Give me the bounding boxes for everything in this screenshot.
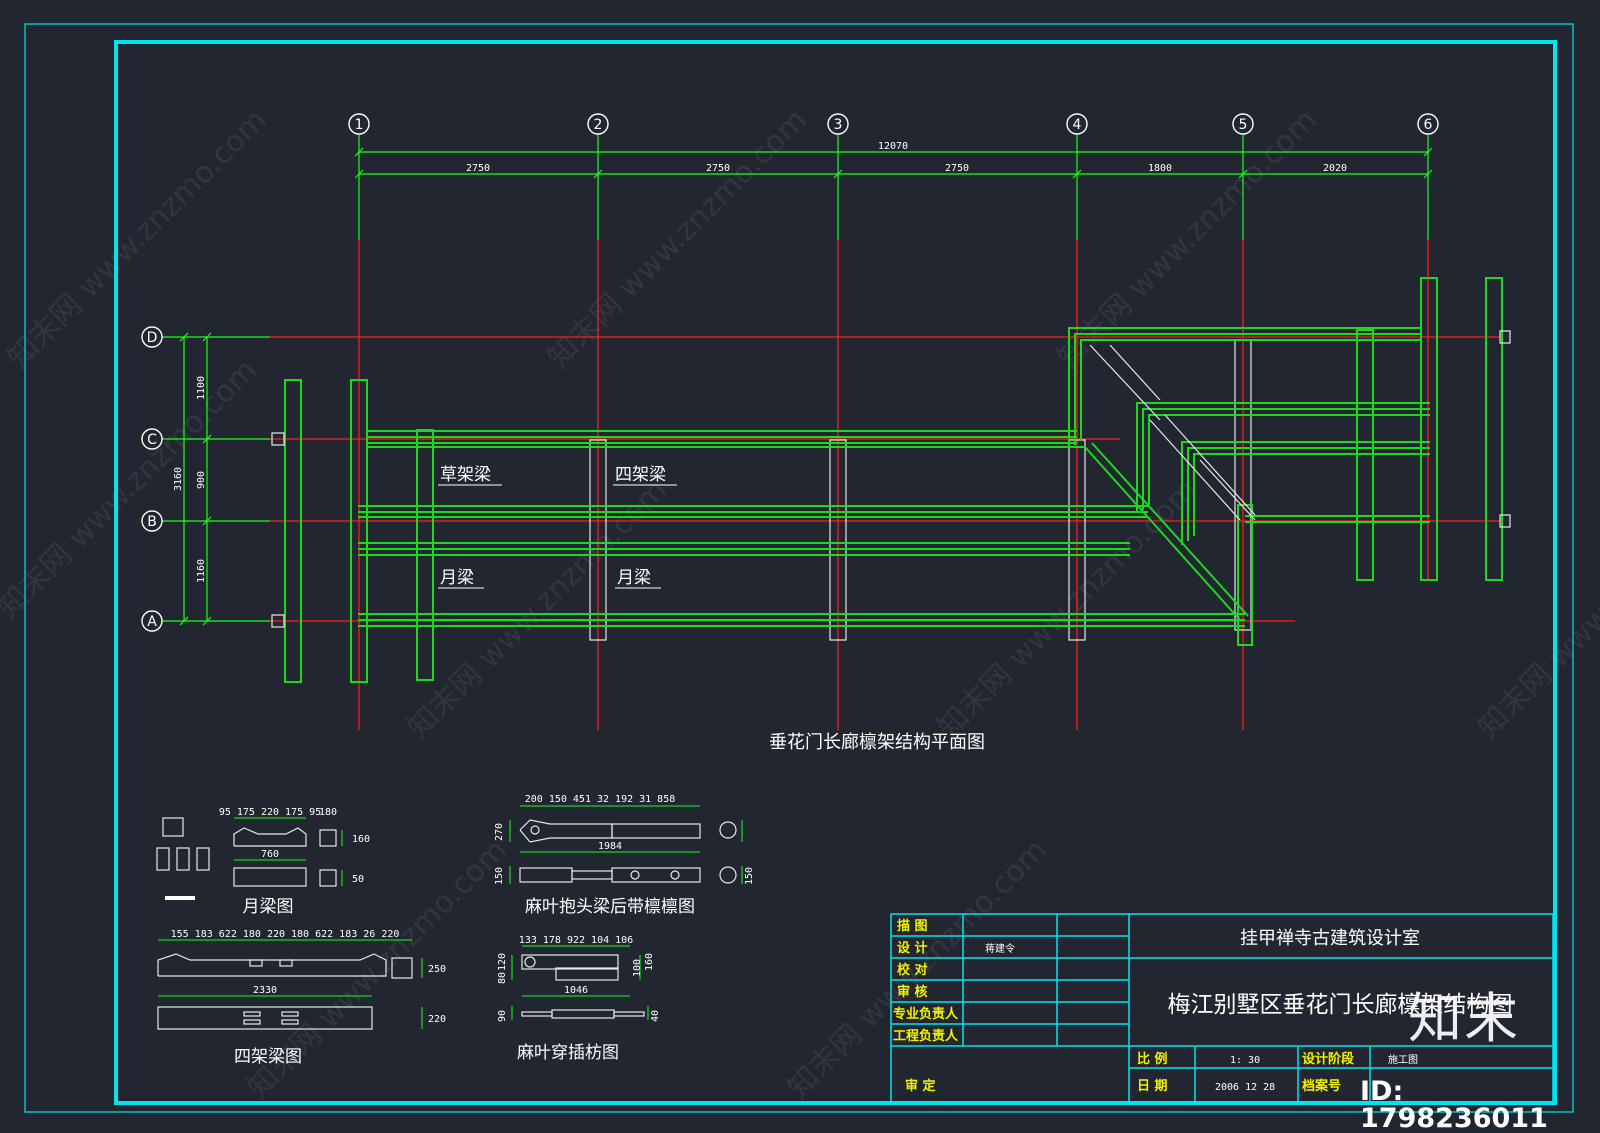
dim-text: 270 bbox=[494, 823, 505, 841]
tb-company: 挂甲禅寺古建筑设计室 bbox=[1240, 928, 1420, 949]
label-moon-beam: 月梁 bbox=[617, 568, 651, 588]
axis-label-b: B bbox=[147, 514, 157, 530]
cad-drawing-viewer: 知末网 www.znzmo.com 知末网 www.znzmo.com 知末网 … bbox=[0, 0, 1600, 1133]
detail-caption: 麻叶抱头梁后带檩檩图 bbox=[525, 897, 695, 917]
detail-caption: 月梁图 bbox=[243, 897, 294, 917]
dim-row: 1160 bbox=[196, 559, 207, 583]
dim-text: 1984 bbox=[598, 841, 622, 852]
tb-label: 描 图 bbox=[897, 918, 928, 934]
dim-col: 2750 bbox=[466, 163, 490, 174]
tb-scale: 1: 30 bbox=[1230, 1055, 1260, 1066]
watermark-text: 知末网 www.znzmo.com bbox=[401, 473, 674, 746]
label-grass-beam: 草架梁 bbox=[440, 465, 491, 485]
tb-designer: 蒋建令 bbox=[985, 942, 1015, 955]
tb-label: 审 核 bbox=[897, 984, 928, 1000]
tb-label: 设计阶段 bbox=[1302, 1051, 1354, 1067]
dim-text: 155 183 622 180 220 180 622 183 26 220 bbox=[171, 929, 400, 940]
dim-row: 1100 bbox=[196, 376, 207, 400]
tb-label: 专业负责人 bbox=[893, 1006, 959, 1022]
dim-row: 900 bbox=[196, 471, 207, 489]
column-axis-lines bbox=[358, 240, 1429, 730]
dim-text: 2330 bbox=[253, 985, 277, 996]
tb-approve: 审 定 bbox=[905, 1078, 936, 1094]
detail-tie-beam: 133 178 922 104 106 1046 120 80 160 100 … bbox=[497, 935, 661, 1063]
watermark-text: 知末网 www.znzmo.com bbox=[931, 473, 1204, 746]
purlins bbox=[358, 327, 1430, 646]
tb-stage: 施工图 bbox=[1388, 1053, 1418, 1066]
detail-ridge-beam: 200 150 451 32 192 31 858 1984 270 150 1… bbox=[494, 794, 755, 917]
dim-col: 2750 bbox=[706, 163, 730, 174]
axis-label-6: 6 bbox=[1424, 117, 1433, 133]
watermark-text: 知末网 www.znzmo.com bbox=[1, 103, 274, 376]
watermark-text: 知末网 www.znzmo.com bbox=[1471, 473, 1600, 746]
tb-label: 校 对 bbox=[897, 962, 928, 978]
axis-label-a: A bbox=[147, 614, 157, 630]
structural-plan: 1 2 3 4 5 6 D C B A 12070 2750 2750 2750… bbox=[141, 113, 1511, 753]
axis-label-3: 3 bbox=[834, 117, 843, 133]
dim-overall: 12070 bbox=[878, 141, 908, 152]
detail-caption: 四架梁图 bbox=[234, 1047, 302, 1067]
axis-label-c: C bbox=[147, 432, 157, 448]
dim-text: 760 bbox=[261, 849, 279, 860]
dim-text: 133 178 922 104 106 bbox=[519, 935, 633, 946]
label-four-beam: 四架梁 bbox=[615, 465, 666, 485]
dim-col: 1800 bbox=[1148, 163, 1172, 174]
detail-moon-beam: 95 175 220 175 95 180 760 160 50 月梁图 bbox=[156, 807, 370, 917]
axis-label-d: D bbox=[147, 330, 158, 346]
dim-text: 200 150 451 32 192 31 858 bbox=[525, 794, 676, 805]
plan-title: 垂花门长廊檩架结构平面图 bbox=[769, 732, 985, 753]
dim-text: 180 bbox=[319, 807, 337, 818]
tb-label: 日 期 bbox=[1137, 1079, 1168, 1094]
dim-row-total: 3160 bbox=[173, 467, 184, 491]
watermark-layer: 知末网 www.znzmo.com 知末网 www.znzmo.com 知末网 … bbox=[0, 103, 1600, 1106]
dim-text: 80 bbox=[497, 972, 508, 984]
detail-caption: 麻叶穿插枋图 bbox=[517, 1043, 619, 1063]
label-moon-beam: 月梁 bbox=[440, 568, 474, 588]
watermark-id: ID: 1798236011 bbox=[1360, 1076, 1548, 1133]
dim-text: 100 bbox=[632, 959, 643, 977]
watermark-text: 知末网 www.znzmo.com bbox=[0, 353, 264, 626]
dim-text: 250 bbox=[428, 964, 446, 975]
dim-text: 150 bbox=[494, 867, 505, 885]
dim-text: 50 bbox=[352, 874, 364, 885]
tb-date: 2006 12 28 bbox=[1215, 1082, 1275, 1093]
dim-text: 160 bbox=[644, 953, 655, 971]
axis-label-4: 4 bbox=[1073, 117, 1082, 133]
watermark-logo: 知末 bbox=[1408, 987, 1520, 1050]
tb-label: 档案号 bbox=[1302, 1078, 1341, 1094]
cad-sheet: 知末网 www.znzmo.com 知末网 www.znzmo.com 知末网 … bbox=[0, 23, 1600, 1113]
dim-col: 2750 bbox=[945, 163, 969, 174]
dim-text: 160 bbox=[352, 834, 370, 845]
dim-text: 90 bbox=[497, 1010, 508, 1022]
dim-text: 40 bbox=[650, 1010, 661, 1022]
dim-text: 220 bbox=[428, 1014, 446, 1025]
axis-label-5: 5 bbox=[1239, 117, 1248, 133]
tb-label: 设 计 bbox=[897, 940, 928, 956]
dim-col: 2020 bbox=[1323, 163, 1347, 174]
axis-label-2: 2 bbox=[594, 117, 603, 133]
axis-label-1: 1 bbox=[355, 117, 364, 133]
dim-text: 1046 bbox=[564, 985, 588, 996]
watermark-text: 知末网 www.znzmo.com bbox=[541, 103, 814, 376]
tb-label: 比 例 bbox=[1137, 1051, 1168, 1067]
dim-text: 150 bbox=[744, 867, 755, 885]
dim-text: 120 bbox=[497, 953, 508, 971]
tb-label: 工程负责人 bbox=[893, 1028, 959, 1044]
dim-text: 95 175 220 175 95 bbox=[219, 807, 321, 818]
